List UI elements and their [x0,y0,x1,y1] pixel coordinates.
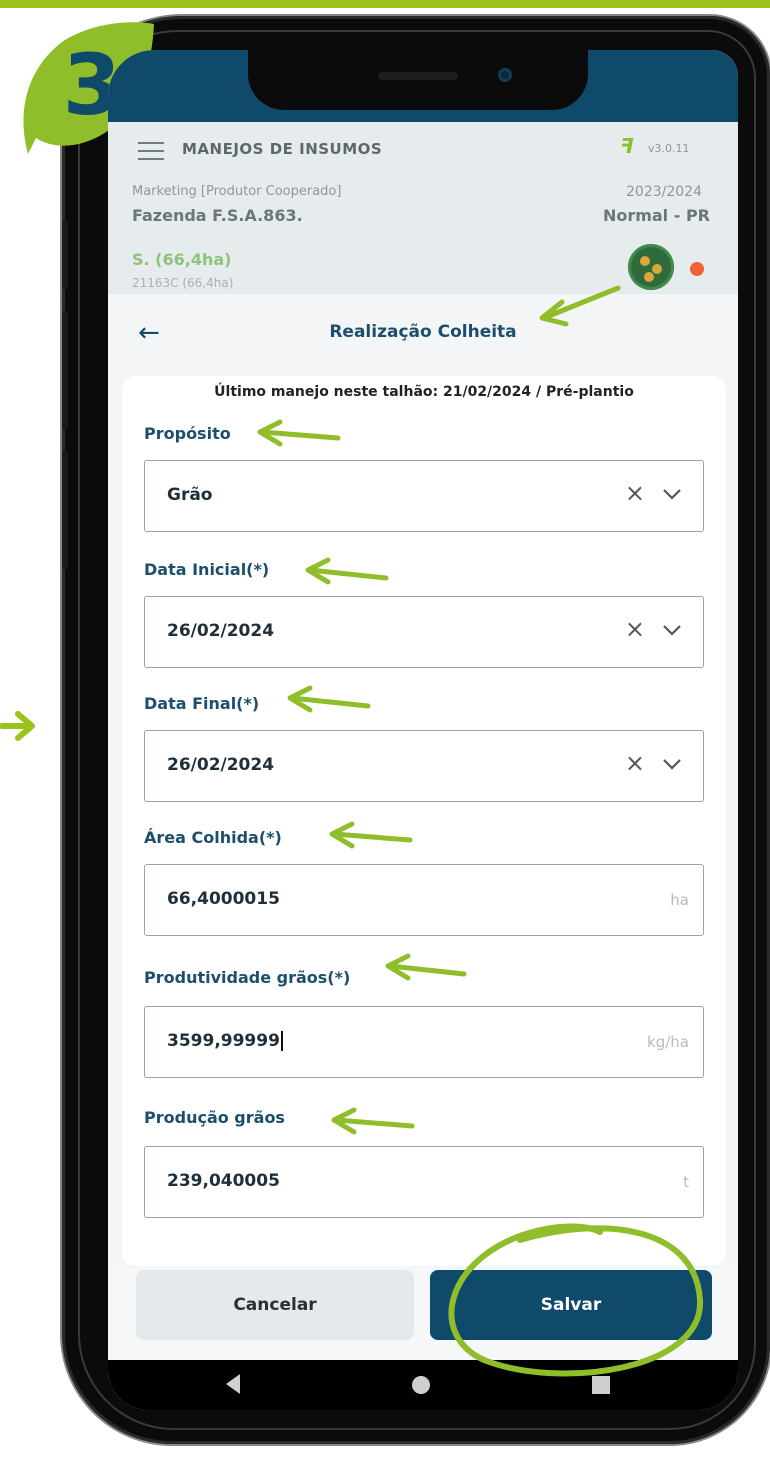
producao-value: 239,040005 [167,1171,280,1191]
proposito-label: Propósito [144,424,231,443]
app-version: v3.0.11 [648,142,690,155]
proposito-select[interactable]: Grão × [144,460,704,532]
crop-avatar-icon[interactable] [628,244,674,290]
phone-side-button [62,220,68,290]
side-arrow-icon [0,711,35,741]
camera-notch [248,50,588,110]
phone-side-button [62,450,68,570]
data-inicial-field[interactable]: 26/02/2024 × [144,596,704,668]
farm-name: Fazenda F.S.A.863. [132,206,303,225]
harvest-form: Último manejo neste talhão: 21/02/2024 /… [122,376,726,1266]
data-inicial-value: 26/02/2024 [167,621,275,641]
clear-icon[interactable]: × [625,615,645,643]
data-final-label: Data Final(*) [144,694,260,713]
android-nav-bar [108,1360,738,1410]
nav-recents-icon[interactable] [592,1376,610,1394]
proposito-value: Grão [167,485,213,505]
speaker-icon [378,72,458,80]
area-colhida-label: Área Colhida(*) [144,828,282,847]
produtividade-unit: kg/ha [647,1033,689,1051]
phone-side-button [62,310,68,430]
chevron-down-icon[interactable] [661,753,683,775]
region: Normal - PR [602,206,710,225]
camera-icon [498,68,512,82]
cancel-button[interactable]: Cancelar [136,1270,414,1340]
producao-input[interactable]: 239,040005 t [144,1146,704,1218]
chevron-down-icon[interactable] [661,483,683,505]
save-button[interactable]: Salvar [430,1270,712,1340]
app-logo-icon: ꟻ [620,134,634,158]
menu-icon[interactable] [138,142,164,160]
area-colhida-input[interactable]: 66,4000015 ha [144,864,704,936]
produtividade-value-wrap: 3599,99999 [167,1031,283,1051]
clear-icon[interactable]: × [625,479,645,507]
producao-unit: t [683,1173,689,1191]
produtividade-value: 3599,99999 [167,1031,280,1051]
data-final-field[interactable]: 26/02/2024 × [144,730,704,802]
data-final-value: 26/02/2024 [167,755,275,775]
field-area: S. (66,4ha) [132,250,232,269]
nav-home-icon[interactable] [412,1376,430,1394]
field-area-detail: 21163C (66,4ha) [132,276,234,290]
phone-screen: MANEJOS DE INSUMOS ꟻ v3.0.11 Marketing [… [108,50,738,1410]
app-header: MANEJOS DE INSUMOS ꟻ v3.0.11 Marketing [… [108,122,738,294]
area-unit: ha [670,891,689,909]
season: 2023/2024 [626,184,702,200]
area-colhida-value: 66,4000015 [167,889,280,909]
producao-label: Produção grãos [144,1108,285,1127]
last-manejo-info: Último manejo neste talhão: 21/02/2024 /… [214,384,634,400]
app-title: MANEJOS DE INSUMOS [182,140,383,158]
produtividade-input[interactable]: 3599,99999 kg/ha [144,1006,704,1078]
status-dot [690,262,704,276]
data-inicial-label: Data Inicial(*) [144,560,270,579]
clear-icon[interactable]: × [625,749,645,777]
text-caret [280,1031,283,1051]
chevron-down-icon[interactable] [661,619,683,641]
top-accent-bar [0,0,770,8]
produtividade-label: Produtividade grãos(*) [144,968,351,987]
nav-back-icon[interactable] [226,1374,240,1394]
screen-title: Realização Colheita [329,322,517,342]
user-role: Marketing [Produtor Cooperado] [132,184,342,199]
